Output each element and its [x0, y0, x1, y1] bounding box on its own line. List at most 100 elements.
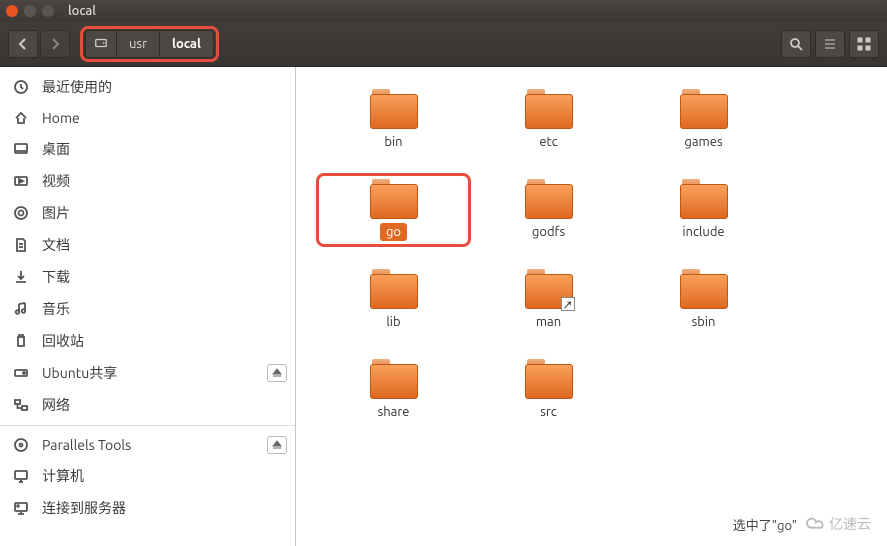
sidebar-separator	[0, 425, 295, 426]
folder-share[interactable]: share	[316, 353, 471, 427]
cd-icon	[12, 436, 30, 454]
computer-icon	[12, 467, 30, 485]
sidebar-item-label: 视频	[42, 171, 70, 191]
folder-bin[interactable]: bin	[316, 83, 471, 157]
home-icon	[12, 109, 30, 127]
symlink-badge-icon: ↗	[561, 297, 575, 311]
recent-icon	[12, 78, 30, 96]
folder-label: games	[678, 133, 728, 151]
search-button[interactable]	[781, 30, 811, 58]
sidebar-item-label: 文档	[42, 235, 70, 255]
folder-src[interactable]: src	[471, 353, 626, 427]
folder-icon	[680, 89, 728, 129]
folder-label: man	[530, 313, 567, 331]
status-text: 选中了"go"	[733, 515, 797, 534]
folder-icon	[680, 179, 728, 219]
folder-label: share	[372, 403, 416, 421]
downloads-icon	[12, 268, 30, 286]
folder-icon: ↗	[525, 269, 573, 309]
back-button[interactable]	[8, 30, 38, 58]
sidebar-item-label: 下载	[42, 267, 70, 287]
sidebar-item-videos[interactable]: 视频	[0, 165, 295, 197]
sidebar-item-label: 最近使用的	[42, 77, 112, 97]
toolbar: usr local	[0, 22, 887, 67]
folder-etc[interactable]: etc	[471, 83, 626, 157]
eject-button[interactable]	[267, 364, 287, 382]
folder-lib[interactable]: lib	[316, 263, 471, 337]
folder-icon	[370, 359, 418, 399]
statusbar: 选中了"go" 亿速云	[725, 510, 879, 538]
desktop-icon	[12, 140, 30, 158]
eject-button[interactable]	[267, 436, 287, 454]
sidebar-item-label: 图片	[42, 203, 70, 223]
folder-icon	[370, 269, 418, 309]
documents-icon	[12, 236, 30, 254]
maximize-window-button[interactable]	[42, 5, 54, 17]
folder-label: sbin	[686, 313, 722, 331]
minimize-window-button[interactable]	[24, 5, 36, 17]
breadcrumb-usr[interactable]: usr	[117, 30, 159, 58]
network-icon	[12, 396, 30, 414]
music-icon	[12, 300, 30, 318]
folder-icon	[370, 179, 418, 219]
titlebar: local	[0, 0, 887, 22]
folder-label: include	[676, 223, 730, 241]
sidebar-item-desktop[interactable]: 桌面	[0, 133, 295, 165]
folder-icon	[680, 269, 728, 309]
sidebar-item-server[interactable]: 连接到服务器	[0, 492, 295, 524]
folder-games[interactable]: games	[626, 83, 781, 157]
folder-icon	[370, 89, 418, 129]
grid-view-button[interactable]	[849, 30, 879, 58]
trash-icon	[12, 332, 30, 350]
sidebar-item-downloads[interactable]: 下载	[0, 261, 295, 293]
sidebar-item-label: 连接到服务器	[42, 498, 126, 518]
sidebar-item-documents[interactable]: 文档	[0, 229, 295, 261]
sidebar-item-label: Parallels Tools	[42, 437, 131, 453]
breadcrumb-root-disk[interactable]	[85, 30, 117, 58]
folder-godfs[interactable]: godfs	[471, 173, 626, 247]
videos-icon	[12, 172, 30, 190]
folder-icon	[525, 359, 573, 399]
disk-icon	[94, 36, 108, 53]
sidebar-item-pictures[interactable]: 图片	[0, 197, 295, 229]
sidebar-item-computer[interactable]: 计算机	[0, 460, 295, 492]
folder-go[interactable]: go	[316, 173, 471, 247]
folder-label: go	[380, 223, 407, 241]
window-title: local	[68, 4, 96, 18]
sidebar-item-label: Home	[42, 110, 80, 126]
sidebar-item-label: 网络	[42, 395, 70, 415]
sidebar-item-label: 计算机	[42, 466, 84, 486]
sidebar-item-drive[interactable]: Ubuntu共享	[0, 357, 295, 389]
folder-man[interactable]: ↗ man	[471, 263, 626, 337]
sidebar-item-label: 桌面	[42, 139, 70, 159]
pictures-icon	[12, 204, 30, 222]
sidebar-item-recent[interactable]: 最近使用的	[0, 71, 295, 103]
folder-label: lib	[380, 313, 406, 331]
folder-include[interactable]: include	[626, 173, 781, 247]
close-window-button[interactable]	[6, 5, 18, 17]
sidebar-item-network[interactable]: 网络	[0, 389, 295, 421]
breadcrumb-local[interactable]: local	[159, 30, 214, 58]
folder-sbin[interactable]: sbin	[626, 263, 781, 337]
list-view-button[interactable]	[815, 30, 845, 58]
folder-icon	[525, 179, 573, 219]
sidebar-item-music[interactable]: 音乐	[0, 293, 295, 325]
content-area: bin etc games go godfs include lib ↗ man sbin shar…	[296, 67, 887, 546]
folder-label: bin	[378, 133, 408, 151]
folder-label: etc	[533, 133, 563, 151]
sidebar-item-trash[interactable]: 回收站	[0, 325, 295, 357]
sidebar-item-label: 音乐	[42, 299, 70, 319]
sidebar-item-cd[interactable]: Parallels Tools	[0, 430, 295, 460]
sidebar-item-home[interactable]: Home	[0, 103, 295, 133]
folder-label: src	[534, 403, 563, 421]
sidebar-item-label: 回收站	[42, 331, 84, 351]
server-icon	[12, 499, 30, 517]
folder-grid: bin etc games go godfs include lib ↗ man sbin shar…	[316, 83, 867, 427]
drive-icon	[12, 364, 30, 382]
watermark: 亿速云	[805, 514, 871, 534]
forward-button[interactable]	[40, 30, 70, 58]
folder-icon	[525, 89, 573, 129]
folder-label: godfs	[526, 223, 571, 241]
sidebar: 最近使用的 Home 桌面视频图片文档下载音乐回收站 Ubuntu共享网络 Parall…	[0, 67, 296, 546]
breadcrumb: usr local	[80, 26, 219, 62]
